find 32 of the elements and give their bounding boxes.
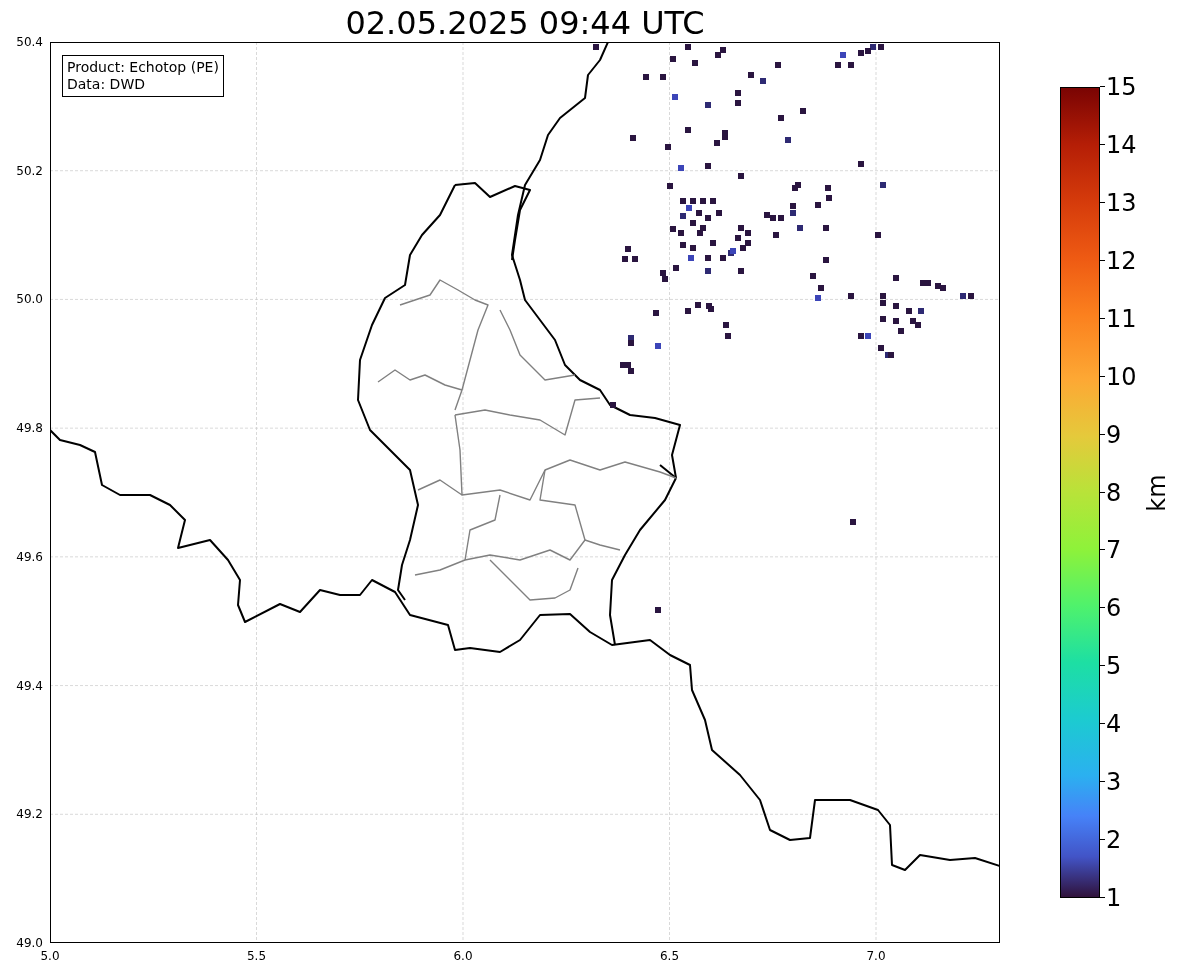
colorbar-tick-label: 14 bbox=[1106, 130, 1137, 159]
colorbar-tick-label: 11 bbox=[1106, 304, 1137, 333]
legend-text: Data: DWD bbox=[67, 76, 146, 93]
colorbar-tick-label: 9 bbox=[1106, 420, 1122, 449]
colorbar-tick-label: 8 bbox=[1106, 478, 1122, 507]
axis-tick-label: 49.4 bbox=[16, 678, 43, 693]
axis-tick-label: 49.6 bbox=[16, 549, 43, 564]
axis-tick-label: 49.2 bbox=[16, 807, 43, 822]
axis-tick-label: 5.5 bbox=[246, 949, 267, 963]
colorbar-tick-label: 5 bbox=[1106, 652, 1122, 681]
axis-tick-label: 49.8 bbox=[16, 421, 43, 436]
axis-tick-label: 5.0 bbox=[40, 949, 60, 963]
axis-tick-label: 6.5 bbox=[659, 949, 680, 963]
chart-title: 02.05.2025 09:44 UTC bbox=[345, 4, 705, 42]
colorbar-tick-label: 4 bbox=[1106, 710, 1122, 739]
colorbar-label: km bbox=[1142, 473, 1171, 512]
legend-text: Product: Echotop (PE) bbox=[67, 59, 219, 76]
axis-tick-label: 7.0 bbox=[866, 949, 886, 963]
colorbar-tick-label: 15 bbox=[1106, 73, 1137, 101]
colorbar-tick-label: 7 bbox=[1106, 536, 1122, 565]
axis-tick-label: 6.0 bbox=[453, 949, 473, 963]
colorbar-tick-label: 12 bbox=[1106, 246, 1137, 275]
colorbar-tick-label: 2 bbox=[1106, 826, 1122, 855]
colorbar-tick-label: 13 bbox=[1106, 188, 1137, 217]
colorbar-tick-label: 3 bbox=[1106, 768, 1122, 797]
axis-tick-label: 50.2 bbox=[16, 163, 43, 178]
colorbar-tick-label: 6 bbox=[1106, 594, 1122, 623]
colorbar-tick-label: 1 bbox=[1106, 884, 1122, 912]
axis-tick-label: 50.4 bbox=[16, 35, 43, 49]
colorbar-tick-label: 10 bbox=[1106, 362, 1137, 391]
axis-tick-label: 50.0 bbox=[16, 292, 43, 307]
axis-tick-label: 49.0 bbox=[16, 936, 43, 950]
